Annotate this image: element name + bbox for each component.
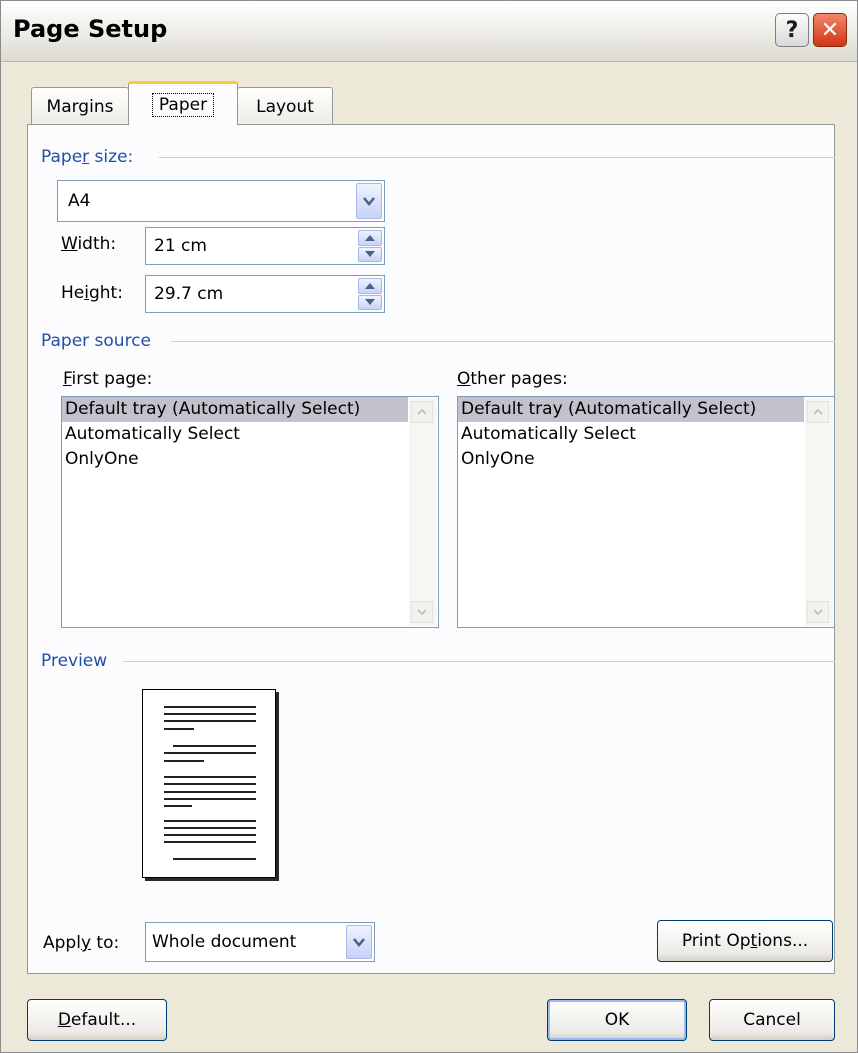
- preview-text-line: [164, 834, 256, 836]
- default-button[interactable]: Default...: [27, 999, 167, 1041]
- paper-size-group-label: Paper size:: [41, 147, 134, 167]
- preview-text-line: [164, 752, 256, 754]
- paper-size-dropdown-button[interactable]: [356, 183, 382, 219]
- page-preview-thumbnail: [142, 689, 276, 878]
- tab-layout[interactable]: Layout: [237, 87, 333, 125]
- other-pages-scroll-down-button[interactable]: [807, 601, 829, 623]
- print-options-button[interactable]: Print Options...: [657, 920, 833, 962]
- chevron-up-icon: [813, 409, 823, 415]
- cancel-button[interactable]: Cancel: [709, 999, 835, 1041]
- arrow-up-icon: [365, 282, 375, 289]
- width-increment-button[interactable]: [358, 230, 382, 246]
- cancel-label: Cancel: [743, 1010, 801, 1030]
- other-pages-option[interactable]: Automatically Select: [458, 422, 834, 447]
- height-spinner[interactable]: 29.7 cm: [145, 275, 385, 313]
- first-page-scroll-up-button[interactable]: [411, 401, 433, 423]
- first-page-option[interactable]: Default tray (Automatically Select): [62, 397, 408, 422]
- preview-text-line: [164, 713, 256, 715]
- preview-text-line: [164, 728, 194, 730]
- preview-text-line: [164, 805, 192, 807]
- chevron-down-icon: [363, 196, 375, 206]
- width-label: Width:: [61, 234, 117, 254]
- other-pages-option[interactable]: Default tray (Automatically Select): [458, 397, 804, 422]
- first-page-scroll-down-button[interactable]: [411, 601, 433, 623]
- width-decrement-button[interactable]: [358, 246, 382, 262]
- apply-to-select[interactable]: Whole document: [145, 922, 375, 962]
- preview-group-label: Preview: [41, 651, 108, 671]
- tab-margins-label: Margins: [46, 96, 114, 117]
- first-page-option[interactable]: OnlyOne: [62, 447, 438, 472]
- height-value: 29.7 cm: [154, 284, 224, 304]
- preview-text-line: [164, 760, 204, 762]
- preview-text-line: [164, 841, 256, 843]
- chevron-down-icon: [813, 609, 823, 615]
- arrow-down-icon: [365, 251, 375, 258]
- width-spinner[interactable]: 21 cm: [145, 227, 385, 265]
- tab-paper-label: Paper: [151, 92, 215, 117]
- paper-size-value: A4: [68, 191, 91, 211]
- first-page-scrollbar[interactable]: [409, 398, 437, 626]
- ok-label: OK: [604, 1010, 630, 1030]
- chevron-up-icon: [417, 409, 427, 415]
- preview-text-line: [173, 745, 256, 747]
- default-label: Default...: [57, 1010, 137, 1030]
- title-bar[interactable]: Page Setup ? ✕: [1, 1, 857, 62]
- preview-text-line: [164, 827, 256, 829]
- height-increment-button[interactable]: [358, 278, 382, 294]
- tab-layout-label: Layout: [256, 96, 314, 117]
- height-label: Height:: [61, 283, 123, 303]
- height-decrement-button[interactable]: [358, 294, 382, 310]
- tab-paper[interactable]: Paper: [128, 81, 238, 125]
- preview-text-line: [164, 798, 256, 800]
- chevron-down-icon: [417, 609, 427, 615]
- close-button[interactable]: ✕: [813, 13, 847, 47]
- other-pages-label: Other pages:: [457, 369, 568, 389]
- help-icon: ?: [785, 17, 799, 43]
- apply-to-dropdown-button[interactable]: [346, 925, 372, 959]
- page-setup-dialog: Page Setup ? ✕ Margins Paper Layout Pape…: [0, 0, 858, 1053]
- apply-to-label: Apply to:: [43, 933, 120, 953]
- preview-text-line: [164, 783, 256, 785]
- preview-text-line: [164, 776, 256, 778]
- arrow-down-icon: [365, 299, 375, 306]
- ok-button[interactable]: OK: [547, 999, 687, 1041]
- preview-text-line: [164, 706, 256, 708]
- print-options-label: Print Options...: [681, 931, 809, 951]
- preview-text-line: [173, 858, 256, 860]
- apply-to-value: Whole document: [152, 932, 297, 952]
- other-pages-scrollbar[interactable]: [805, 398, 833, 626]
- paper-source-separator: [171, 341, 835, 342]
- preview-text-line: [164, 720, 256, 722]
- help-button[interactable]: ?: [775, 13, 809, 47]
- preview-text-line: [164, 820, 256, 822]
- dialog-title: Page Setup: [13, 15, 168, 43]
- width-value: 21 cm: [154, 236, 207, 256]
- other-pages-listbox[interactable]: Default tray (Automatically Select) Auto…: [457, 396, 835, 628]
- other-pages-scroll-up-button[interactable]: [807, 401, 829, 423]
- arrow-up-icon: [365, 234, 375, 241]
- preview-separator: [123, 661, 835, 662]
- chevron-down-icon: [353, 937, 365, 947]
- paper-source-group-label: Paper source: [41, 331, 152, 351]
- other-pages-option[interactable]: OnlyOne: [458, 447, 834, 472]
- paper-size-select[interactable]: A4: [57, 180, 385, 222]
- close-icon: ✕: [820, 17, 840, 43]
- paper-size-separator: [159, 157, 835, 158]
- first-page-label: First page:: [63, 369, 153, 389]
- preview-text-line: [164, 791, 256, 793]
- first-page-option[interactable]: Automatically Select: [62, 422, 438, 447]
- tab-margins[interactable]: Margins: [31, 87, 129, 125]
- first-page-listbox[interactable]: Default tray (Automatically Select) Auto…: [61, 396, 439, 628]
